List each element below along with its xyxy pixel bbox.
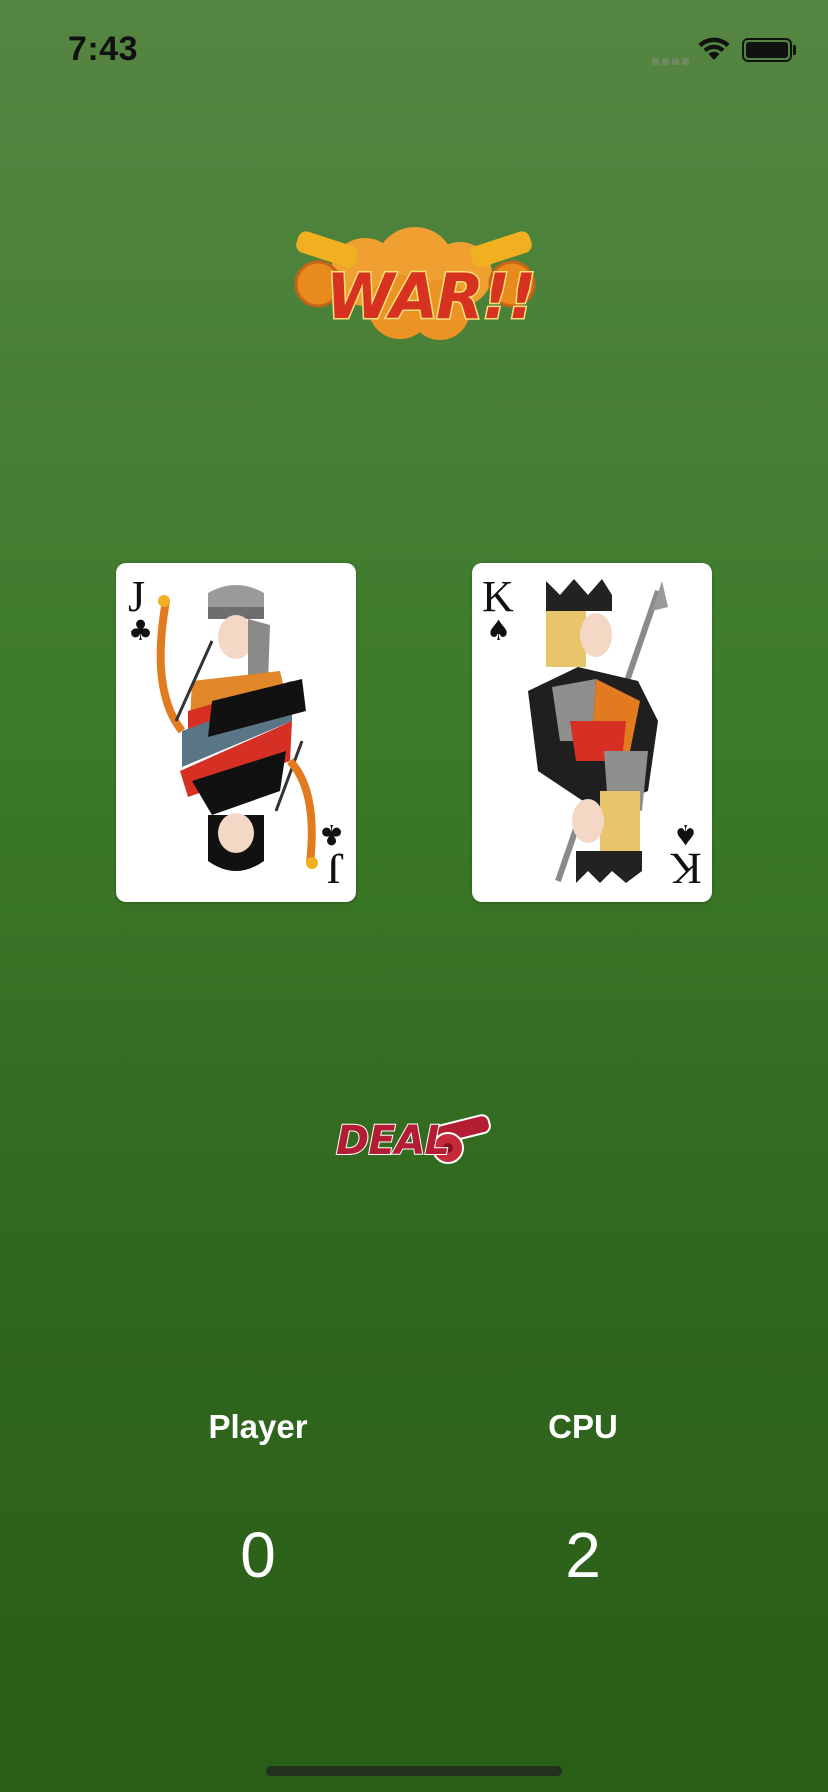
cpu-score-label: CPU: [548, 1408, 618, 1445]
cpu-score-value: 2: [565, 1519, 601, 1591]
wifi-icon: [698, 37, 730, 60]
home-indicator[interactable]: [266, 1766, 562, 1776]
player-score-value: 0: [240, 1519, 276, 1591]
card-rank-top: J: [128, 572, 146, 621]
status-bar: 7:43: [0, 0, 828, 100]
card-rank-bottom: J: [326, 844, 344, 893]
card-suit-bottom: ♣: [318, 818, 344, 851]
card-suit-bottom: ♠: [672, 818, 698, 851]
battery-nub: [793, 45, 796, 55]
war-logo: WAR!!: [290, 222, 540, 352]
player-card: J ♣ J ♣: [116, 563, 356, 902]
status-time: 7:43: [68, 30, 139, 68]
deal-button[interactable]: DEAL: [330, 1112, 494, 1170]
cellular-signal-icon: [652, 52, 692, 70]
cpu-card: K ♠ K ♠: [472, 563, 712, 902]
battery-icon: [742, 38, 792, 62]
player-score-label: Player: [208, 1408, 308, 1445]
card-suit-top: ♣: [128, 614, 154, 647]
deal-label: DEAL: [335, 1117, 451, 1165]
logo-text: WAR!!: [324, 259, 537, 335]
king-face-icon: [528, 579, 668, 883]
jack-face-icon: [156, 585, 318, 871]
card-rank-bottom: K: [670, 844, 702, 893]
